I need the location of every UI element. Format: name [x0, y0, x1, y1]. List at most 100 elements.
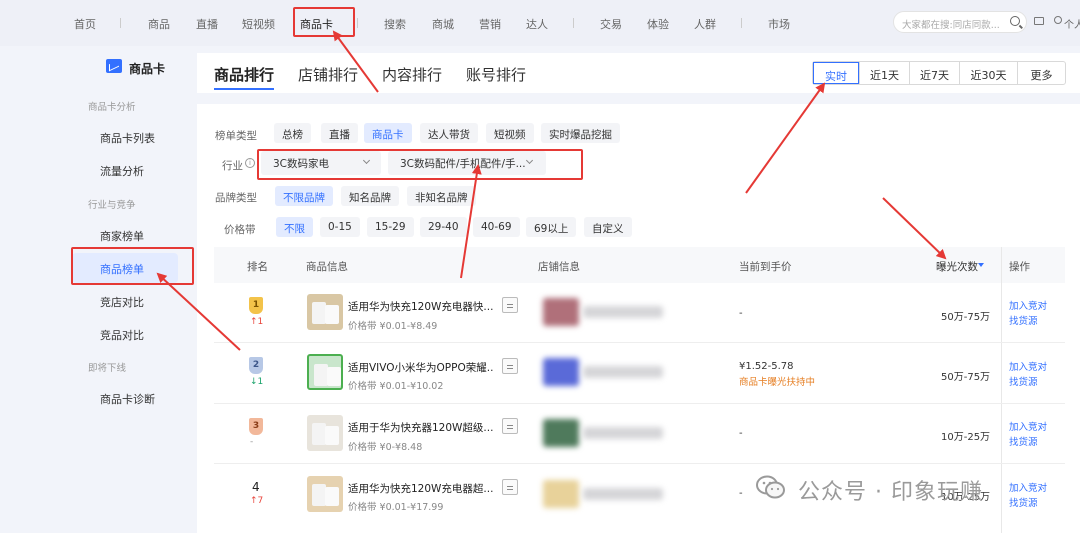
sidebar-item-store-compare[interactable]: 竞店对比 [100, 294, 144, 310]
search-input[interactable]: 大家都在搜:同店同款... [902, 17, 1010, 31]
product-name[interactable]: 适用VIVO小米华为OPPO荣耀... [348, 360, 493, 375]
time-option-7d[interactable]: 近7天 [909, 62, 959, 84]
store-name-blurred [583, 427, 663, 439]
column-product-info: 商品信息 [306, 261, 348, 273]
time-option-1d[interactable]: 近1天 [859, 62, 909, 84]
search-box[interactable]: 大家都在搜:同店同款... [893, 11, 1027, 33]
user-label[interactable]: 个人 [1064, 16, 1080, 31]
sidebar-item-product-card-diagnosis[interactable]: 商品卡诊断 [100, 391, 155, 407]
nav-item-experience[interactable]: 体验 [647, 16, 669, 32]
info-icon[interactable]: i [245, 158, 255, 168]
store-info-blurred [543, 415, 663, 451]
nav-separator [357, 18, 358, 28]
product-name[interactable]: 适用于华为快充器120W超级... [348, 420, 493, 435]
time-option-more[interactable]: 更多 [1017, 62, 1065, 84]
chip-brand-any[interactable]: 不限品牌 [275, 186, 333, 206]
sidebar-group-label: 即将下线 [88, 363, 127, 374]
chip-price-0-15[interactable]: 0-15 [320, 217, 360, 237]
sidebar-title: 商品卡 [129, 62, 166, 76]
message-icon[interactable] [1034, 17, 1044, 25]
chip-list-product-card[interactable]: 商品卡 [364, 123, 412, 143]
rank-trend: - [250, 437, 254, 447]
sidebar-group-label: 商品卡分析 [88, 102, 136, 113]
find-supply-link[interactable]: 找货源 [1009, 314, 1038, 329]
row-divider [214, 403, 1065, 404]
nav-item-live[interactable]: 直播 [196, 16, 218, 32]
chip-price-custom[interactable]: 自定义 [584, 217, 632, 237]
current-price: - [739, 308, 743, 319]
add-competitor-link[interactable]: 加入竞对 [1009, 299, 1047, 314]
chip-list-influencer[interactable]: 达人带货 [420, 123, 478, 143]
chip-brand-known[interactable]: 知名品牌 [341, 186, 399, 206]
store-avatar [543, 358, 579, 386]
current-price: - [739, 488, 743, 499]
product-thumbnail[interactable] [307, 354, 343, 390]
nav-item-marketing[interactable]: 营销 [479, 16, 501, 32]
rank-badge-silver: 2 [249, 357, 263, 374]
chip-list-all[interactable]: 总榜 [274, 123, 311, 143]
sidebar-item-traffic-analysis[interactable]: 流量分析 [100, 163, 144, 179]
product-name[interactable]: 适用华为快充120W充电器快... [348, 299, 493, 314]
copy-icon[interactable] [502, 297, 518, 313]
chip-price-29-40[interactable]: 29-40 [420, 217, 467, 237]
rank-trend: ↓1 [250, 377, 264, 387]
sidebar-item-product-compare[interactable]: 竞品对比 [100, 327, 144, 343]
product-thumbnail[interactable] [307, 415, 343, 451]
tab-store-ranking[interactable]: 店铺排行 [298, 64, 358, 85]
exposure-count: 50万-75万 [941, 372, 991, 383]
chip-brand-unknown[interactable]: 非知名品牌 [407, 186, 476, 206]
copy-icon[interactable] [502, 418, 518, 434]
chip-list-realtime-hot[interactable]: 实时爆品挖掘 [541, 123, 620, 143]
nav-item-short-video[interactable]: 短视频 [242, 16, 275, 32]
copy-icon[interactable] [502, 358, 518, 374]
column-store-info: 店铺信息 [538, 261, 580, 273]
tab-product-ranking[interactable]: 商品排行 [214, 64, 274, 85]
find-supply-link[interactable]: 找货源 [1009, 496, 1038, 511]
chip-price-15-29[interactable]: 15-29 [367, 217, 414, 237]
exposure-count: 10万-25万 [941, 432, 991, 443]
nav-item-trade[interactable]: 交易 [600, 16, 622, 32]
sort-desc-icon[interactable] [978, 263, 984, 267]
store-name-blurred [583, 488, 663, 500]
nav-item-market[interactable]: 市场 [768, 16, 790, 32]
exposure-count: 50万-75万 [941, 312, 991, 323]
nav-item-home[interactable]: 首页 [74, 16, 96, 32]
chip-list-short-video[interactable]: 短视频 [486, 123, 534, 143]
product-name[interactable]: 适用华为快充120W充电器超... [348, 481, 493, 496]
product-thumbnail[interactable] [307, 476, 343, 512]
time-option-realtime[interactable]: 实时 [813, 62, 859, 84]
chip-price-69-plus[interactable]: 69以上 [526, 217, 577, 237]
column-exposure[interactable]: 曝光次数 [936, 259, 978, 274]
nav-item-search[interactable]: 搜索 [384, 16, 406, 32]
time-option-30d[interactable]: 近30天 [959, 62, 1017, 84]
find-supply-link[interactable]: 找货源 [1009, 375, 1038, 390]
user-icon[interactable] [1054, 16, 1062, 24]
sidebar-item-product-card-list[interactable]: 商品卡列表 [100, 130, 155, 146]
add-competitor-link[interactable]: 加入竞对 [1009, 360, 1047, 375]
add-competitor-link[interactable]: 加入竞对 [1009, 481, 1047, 496]
column-current-price: 当前到手价 [739, 261, 792, 273]
add-competitor-link[interactable]: 加入竞对 [1009, 420, 1047, 435]
chip-list-live[interactable]: 直播 [321, 123, 358, 143]
column-actions: 操作 [1009, 261, 1030, 273]
watermark-text: 公众号 · 印象玩赚 [798, 480, 983, 505]
product-thumbnail[interactable] [307, 294, 343, 330]
tab-content-ranking[interactable]: 内容排行 [382, 64, 442, 85]
chip-price-40-69[interactable]: 40-69 [473, 217, 520, 237]
nav-item-mall[interactable]: 商城 [432, 16, 454, 32]
nav-item-crowd[interactable]: 人群 [694, 16, 716, 32]
copy-icon[interactable] [502, 479, 518, 495]
sidebar-item-merchant-list[interactable]: 商家榜单 [100, 228, 144, 244]
store-avatar [543, 298, 579, 326]
annotation-box-nav [293, 7, 355, 37]
store-info-blurred [543, 476, 663, 512]
nav-item-product[interactable]: 商品 [148, 16, 170, 32]
top-nav: 首页 商品 直播 短视频 商品卡 搜索 商城 营销 达人 交易 体验 人群 市场… [0, 0, 1080, 46]
list-type-label: 榜单类型 [215, 130, 257, 142]
search-icon[interactable] [1010, 16, 1020, 26]
store-name-blurred [583, 306, 663, 318]
tab-account-ranking[interactable]: 账号排行 [466, 64, 526, 85]
find-supply-link[interactable]: 找货源 [1009, 435, 1038, 450]
chip-price-any[interactable]: 不限 [276, 217, 313, 237]
nav-item-influencer[interactable]: 达人 [526, 16, 548, 32]
